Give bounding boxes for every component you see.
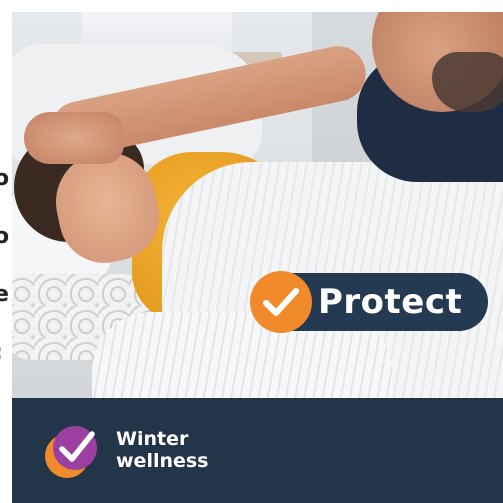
promo-card[interactable]: Protect Winter wellness [12, 12, 503, 503]
protect-label: Protect [318, 282, 463, 322]
adult-beard [432, 52, 503, 112]
adult-hand [24, 112, 124, 164]
check-icon [250, 271, 312, 333]
brand-name-line1: Winter [116, 428, 189, 450]
edge-char: : [0, 324, 10, 382]
clipped-edge-text: o o e : [0, 150, 10, 382]
edge-char: e [0, 282, 9, 307]
hero-photo [12, 12, 503, 398]
edge-char: o [0, 166, 10, 191]
brand-name-line2: wellness [116, 450, 209, 472]
brand-banner: Winter wellness [12, 398, 503, 503]
protect-badge: Protect [250, 271, 488, 333]
edge-char: o [0, 224, 10, 249]
check-logo-icon [45, 426, 97, 478]
